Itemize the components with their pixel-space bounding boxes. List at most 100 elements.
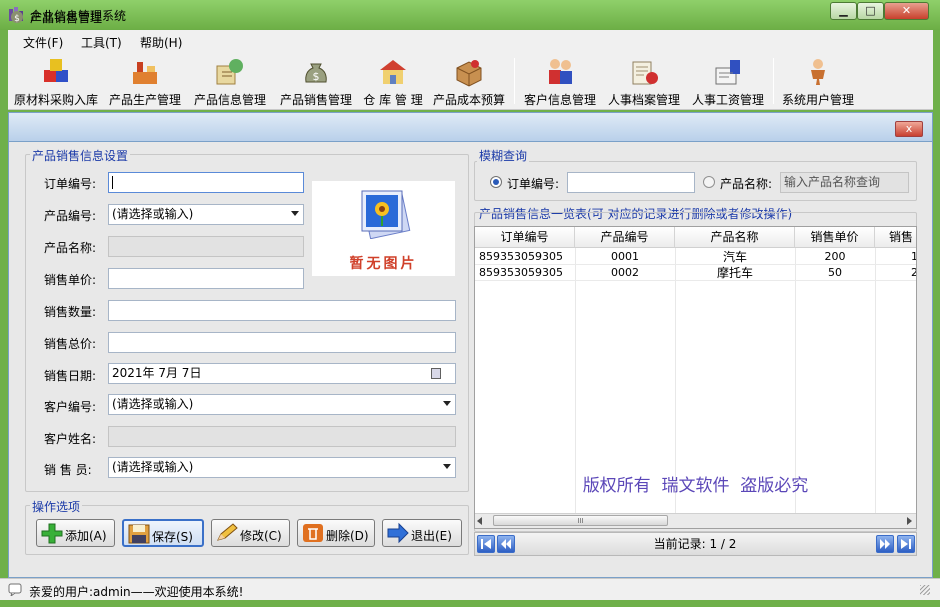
warehouse-icon <box>380 60 406 84</box>
cell-product-no: 0001 <box>611 250 639 263</box>
product-no-combo[interactable]: (请选择或输入) <box>108 204 304 225</box>
close-sales-window-button[interactable]: x <box>895 121 923 137</box>
unit-price-input[interactable] <box>108 268 304 289</box>
sales-window-title: 产品销售管理 <box>30 11 103 25</box>
col-order-no[interactable]: 订单编号 <box>475 227 575 248</box>
close-window-button[interactable]: ✕ <box>884 2 929 20</box>
toolbar-product-sales[interactable]: $ 产品销售管理 <box>273 54 359 108</box>
prev-icon <box>501 539 511 549</box>
unit-price-label: 销售单价: <box>44 273 97 287</box>
search-by-order-label: 订单编号: <box>507 177 560 191</box>
toolbar-raw-material[interactable]: 原材料采购入库 <box>11 54 101 108</box>
menu-tools[interactable]: 工具(T) <box>81 34 122 51</box>
minimize-button[interactable]: ▁ <box>830 2 857 20</box>
first-icon <box>481 539 491 549</box>
status-bar: 亲爱的用户:admin——欢迎使用本系统! <box>0 578 940 600</box>
col-sales[interactable]: 销售 <box>875 227 916 248</box>
sale-date-picker[interactable]: 2021年 7月 7日 <box>108 363 456 384</box>
last-icon <box>901 539 911 549</box>
toolbar-warehouse[interactable]: 仓 库 管 理 <box>358 54 428 108</box>
delete-button[interactable]: 删除(D) <box>297 519 375 547</box>
table-row[interactable]: 859353059305 0001 汽车 200 1 <box>475 249 916 265</box>
exit-button[interactable]: 退出(E) <box>382 519 462 547</box>
toolbar-separator <box>773 58 774 104</box>
user-icon <box>811 59 825 85</box>
search-by-order-radio[interactable] <box>490 176 502 188</box>
customer-name-label: 客户姓名: <box>44 432 97 446</box>
next-record-button[interactable] <box>876 535 894 553</box>
search-by-product-radio[interactable] <box>703 176 715 188</box>
col-product-name[interactable]: 产品名称 <box>675 227 795 248</box>
toolbar-hr-salary[interactable]: 人事工资管理 <box>686 54 770 108</box>
prev-record-button[interactable] <box>497 535 515 553</box>
edit-button[interactable]: 修改(C) <box>211 519 290 547</box>
horizontal-scrollbar[interactable]: III <box>475 513 916 528</box>
sales-form-group-title: 产品销售信息设置 <box>30 147 131 164</box>
plus-icon <box>41 523 63 544</box>
sales-window-titlebar <box>8 112 933 142</box>
customer-no-label: 客户编号: <box>44 400 97 414</box>
toolbar: 原材料采购入库 产品生产管理 产品信息管理 $ 产品销售管理 仓 库 管 理 产… <box>8 52 933 110</box>
resize-grip[interactable] <box>920 585 930 595</box>
last-record-button[interactable] <box>897 535 915 553</box>
sales-table: 订单编号 产品编号 产品名称 销售单价 销售 859353059305 0001… <box>474 226 917 529</box>
search-product-input[interactable]: 输入产品名称查询 <box>780 172 909 193</box>
search-order-input[interactable] <box>567 172 695 193</box>
order-no-label: 订单编号: <box>44 177 97 191</box>
cell-order-no: 859353059305 <box>479 250 563 263</box>
chevron-down-icon <box>443 464 451 469</box>
menu-file[interactable]: 文件(F) <box>23 34 63 51</box>
toolbar-hr-archive[interactable]: 人事档案管理 <box>602 54 686 108</box>
scroll-left-icon[interactable] <box>477 517 482 525</box>
menu-help[interactable]: 帮助(H) <box>140 34 182 51</box>
total-price-input[interactable] <box>108 332 456 353</box>
quantity-input[interactable] <box>108 300 456 321</box>
maximize-button[interactable]: □ <box>857 2 884 20</box>
chevron-down-icon <box>443 401 451 406</box>
toolbar-system-users[interactable]: 系统用户管理 <box>776 54 860 108</box>
col-product-no[interactable]: 产品编号 <box>575 227 675 248</box>
first-record-button[interactable] <box>477 535 495 553</box>
scroll-right-icon[interactable] <box>907 517 912 525</box>
money-bag-icon: $ <box>305 63 327 83</box>
menubar: 文件(F) 工具(T) 帮助(H) <box>8 30 933 52</box>
box-icon <box>456 60 482 87</box>
picture-icon <box>361 190 411 239</box>
customers-icon <box>549 59 572 84</box>
toolbar-production[interactable]: 产品生产管理 <box>102 54 188 108</box>
col-unit-price[interactable]: 销售单价 <box>795 227 875 248</box>
user-status-icon <box>8 583 22 596</box>
pencil-icon <box>217 523 238 541</box>
customer-name-field <box>108 426 456 447</box>
current-record-text: 当前记录: 1 / 2 <box>653 537 737 551</box>
next-icon <box>880 539 890 549</box>
cell-sales: 2 <box>875 265 916 281</box>
sale-date-label: 销售日期: <box>44 369 97 383</box>
calendar-icon[interactable] <box>431 368 441 379</box>
toolbar-customer-info[interactable]: 客户信息管理 <box>518 54 602 108</box>
salesman-label: 销 售 员: <box>44 463 92 477</box>
cell-product-no: 0002 <box>611 266 639 279</box>
status-text: 亲爱的用户:admin——欢迎使用本系统! <box>29 585 244 599</box>
no-image-text: 暂无图片 <box>349 256 418 272</box>
customer-no-combo[interactable]: (请选择或输入) <box>108 394 456 415</box>
save-button[interactable]: 保存(S) <box>122 519 204 547</box>
salesman-combo[interactable]: (请选择或输入) <box>108 457 456 478</box>
cell-sales: 1 <box>875 249 916 265</box>
product-image-placeholder: 暂无图片 <box>312 181 455 276</box>
svg-text:$: $ <box>14 14 20 24</box>
order-no-input[interactable] <box>108 172 304 193</box>
search-group-title: 模糊查询 <box>477 147 530 164</box>
chevron-down-icon <box>291 211 299 216</box>
total-price-label: 销售总价: <box>44 337 97 351</box>
product-name-label: 产品名称: <box>44 241 97 255</box>
table-row[interactable]: 859353059305 0002 摩托车 50 2 <box>475 265 916 281</box>
toolbar-cost-budget[interactable]: 产品成本预算 <box>428 54 510 108</box>
app-titlebar <box>0 0 940 30</box>
archive-icon <box>632 61 658 85</box>
quantity-label: 销售数量: <box>44 305 97 319</box>
toolbar-product-info[interactable]: 产品信息管理 <box>188 54 272 108</box>
add-button[interactable]: 添加(A) <box>36 519 115 547</box>
scroll-thumb[interactable]: III <box>493 515 668 526</box>
svg-text:$: $ <box>313 70 320 83</box>
